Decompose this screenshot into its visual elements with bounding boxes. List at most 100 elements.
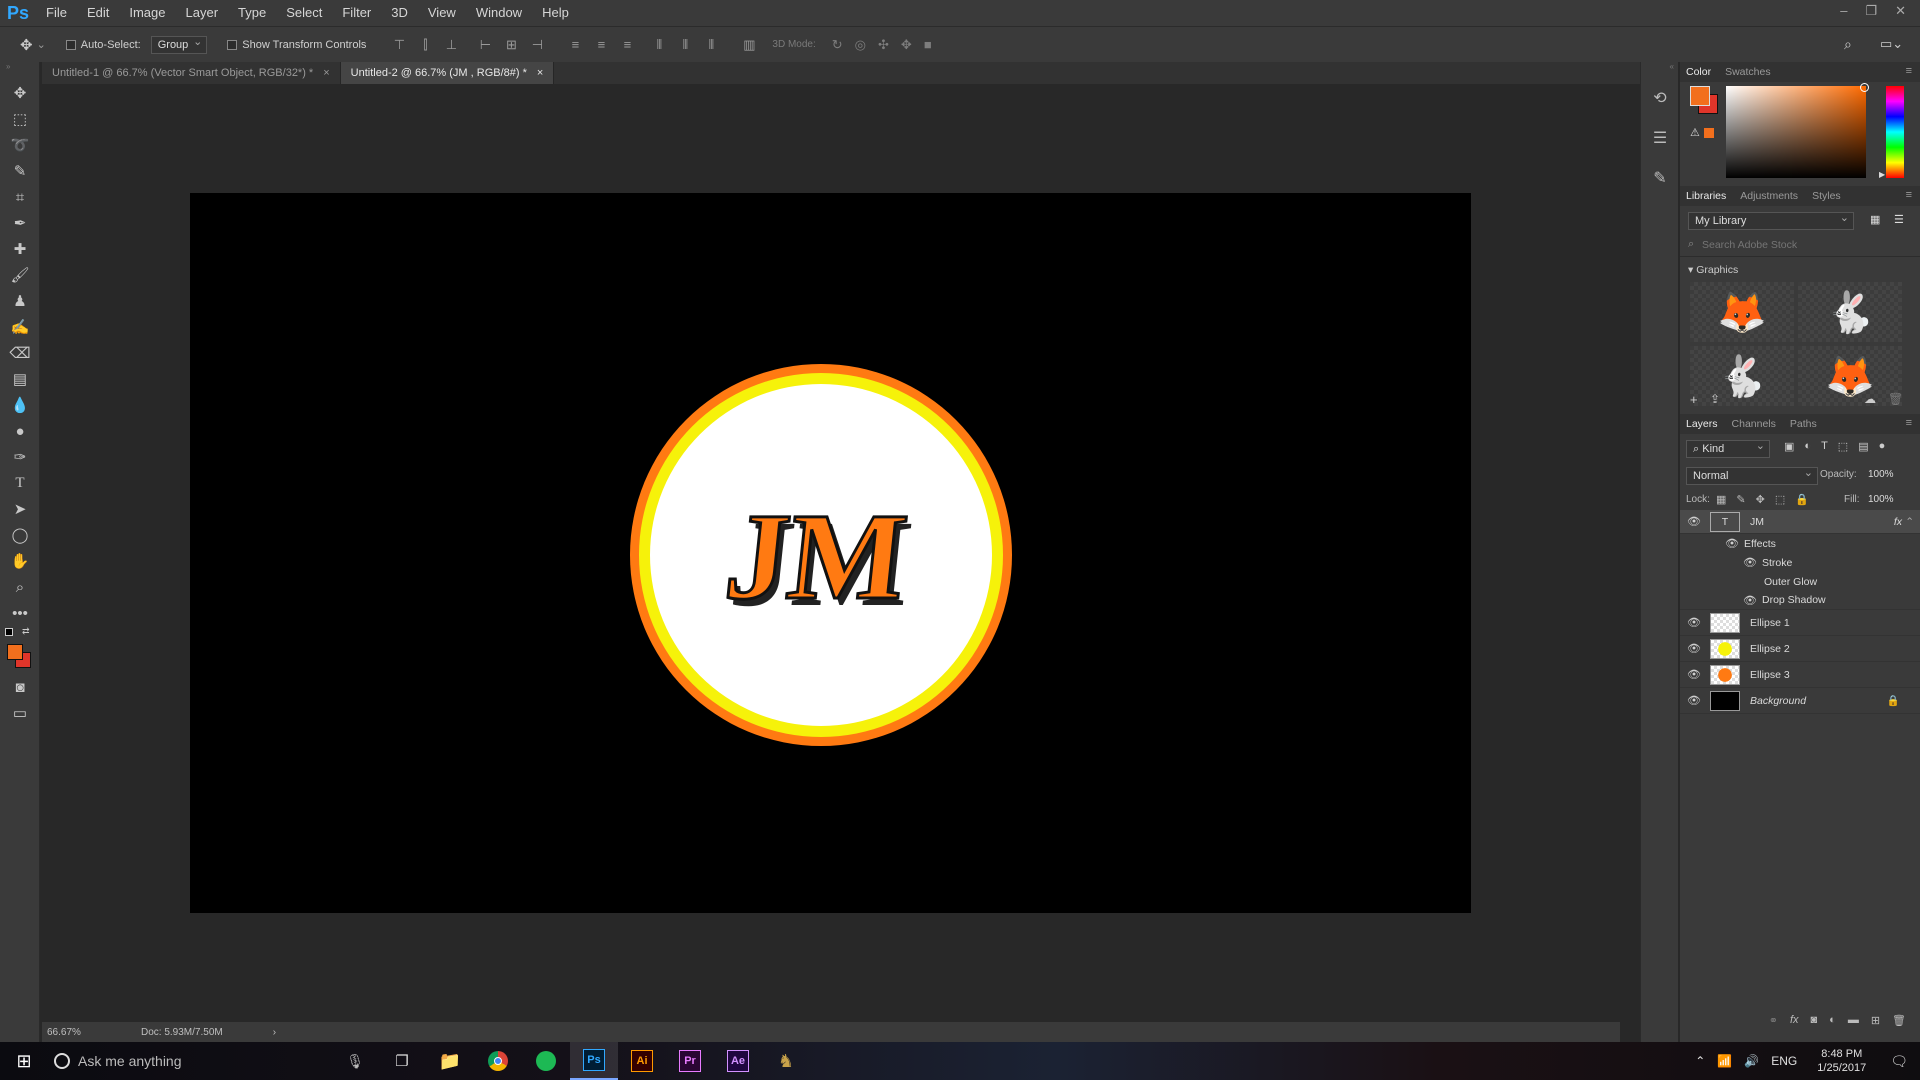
- color-panel-fg-swatch[interactable]: [1690, 86, 1710, 106]
- blur-tool-icon[interactable]: 💧: [0, 392, 40, 418]
- microphone-icon[interactable]: 🎙: [346, 1053, 364, 1070]
- tab-color[interactable]: Color: [1686, 62, 1711, 82]
- tab-channels[interactable]: Channels: [1732, 414, 1776, 434]
- adjustment-layer-icon[interactable]: ◐: [1829, 1014, 1836, 1034]
- taskbar-illustrator[interactable]: Ai: [618, 1042, 666, 1080]
- tab-libraries[interactable]: Libraries: [1686, 186, 1726, 206]
- close-icon[interactable]: ×: [537, 62, 543, 84]
- distribute-left-icon[interactable]: ⦀: [652, 37, 666, 52]
- menu-file[interactable]: File: [36, 0, 77, 26]
- marquee-tool-icon[interactable]: ⬚: [0, 106, 40, 132]
- status-menu-arrow[interactable]: ›: [273, 1027, 276, 1038]
- align-bottom-icon[interactable]: ⊥: [444, 37, 458, 52]
- spotify-icon[interactable]: [522, 1042, 570, 1080]
- gradient-tool-icon[interactable]: ▤: [0, 366, 40, 392]
- path-select-icon[interactable]: ➤: [0, 496, 40, 522]
- tab-untitled-1[interactable]: Untitled-1 @ 66.7% (Vector Smart Object,…: [42, 62, 341, 84]
- 3d-roll-icon[interactable]: ◎: [855, 37, 866, 53]
- align-hcenter-icon[interactable]: ⊞: [504, 37, 518, 52]
- list-view-icon[interactable]: ☰: [1894, 213, 1904, 226]
- lock-image-icon[interactable]: ✎: [1736, 493, 1745, 506]
- healing-brush-icon[interactable]: ✚: [0, 236, 40, 262]
- fill-value[interactable]: 100%: [1868, 494, 1894, 505]
- wifi-icon[interactable]: 📶: [1717, 1054, 1732, 1068]
- layer-mask-icon[interactable]: ◙: [1811, 1014, 1818, 1034]
- layer-name[interactable]: Ellipse 2: [1750, 643, 1790, 655]
- eyedropper-tool-icon[interactable]: ✒: [0, 210, 40, 236]
- volume-icon[interactable]: 🔊: [1744, 1054, 1759, 1068]
- workspace-icon[interactable]: ▭⌄: [1880, 36, 1903, 52]
- start-button[interactable]: ⊞: [0, 1042, 48, 1080]
- cortana-search[interactable]: Ask me anything 🎙: [48, 1042, 378, 1080]
- layer-name[interactable]: Background: [1750, 695, 1806, 707]
- close-icon[interactable]: ✕: [1895, 0, 1906, 22]
- visibility-eye-icon[interactable]: 👁: [1686, 616, 1702, 629]
- layer-name[interactable]: Ellipse 1: [1750, 617, 1790, 629]
- dock-collapse-icon[interactable]: «: [1641, 62, 1678, 78]
- blend-mode-dropdown[interactable]: Normal: [1686, 465, 1818, 485]
- show-hidden-icons[interactable]: ⌃: [1695, 1054, 1705, 1068]
- distribute-top-icon[interactable]: ≡: [568, 37, 582, 52]
- hue-slider[interactable]: [1886, 86, 1904, 178]
- brush-tool-icon[interactable]: 🖌: [0, 262, 40, 288]
- chrome-icon[interactable]: [474, 1042, 522, 1080]
- lock-position-icon[interactable]: ✥: [1756, 493, 1765, 506]
- auto-select-dropdown[interactable]: Group: [150, 34, 208, 54]
- action-center-icon[interactable]: 🗨: [1890, 1053, 1908, 1070]
- effect-row-stroke[interactable]: 👁 Stroke: [1680, 553, 1920, 572]
- 3d-pan-icon[interactable]: ✣: [878, 37, 889, 53]
- library-dropdown[interactable]: My Library: [1688, 210, 1854, 230]
- visibility-eye-icon[interactable]: 👁: [1724, 537, 1740, 550]
- effects-row[interactable]: 👁 Effects: [1680, 534, 1920, 553]
- graphic-rabbit-item[interactable]: 🐇: [1798, 282, 1902, 342]
- quick-select-tool-icon[interactable]: ✎: [0, 158, 40, 184]
- 3d-camera-icon[interactable]: ■: [924, 37, 932, 53]
- menu-filter[interactable]: Filter: [332, 0, 381, 26]
- history-brush-icon[interactable]: ✍: [0, 314, 40, 340]
- lock-all-icon[interactable]: 🔒: [1795, 493, 1809, 506]
- add-content-icon[interactable]: +: [1690, 392, 1698, 407]
- tab-adjustments[interactable]: Adjustments: [1740, 186, 1798, 206]
- brush-panel-icon[interactable]: ✎: [1641, 158, 1679, 198]
- opacity-value[interactable]: 100%: [1868, 469, 1894, 480]
- layer-name[interactable]: JM: [1750, 516, 1764, 528]
- graphic-fox-item[interactable]: 🦊: [1690, 282, 1794, 342]
- minimize-icon[interactable]: –: [1840, 0, 1847, 22]
- layer-filter-kind[interactable]: ⌕ Kind: [1686, 438, 1770, 458]
- dodge-tool-icon[interactable]: ●: [0, 418, 40, 444]
- menu-layer[interactable]: Layer: [176, 0, 229, 26]
- tab-styles[interactable]: Styles: [1812, 186, 1841, 206]
- ellipse-tool-icon[interactable]: ◯: [0, 522, 40, 548]
- effect-row-drop-shadow[interactable]: 👁 Drop Shadow: [1680, 591, 1920, 610]
- panel-menu-icon[interactable]: ≡: [1906, 417, 1912, 429]
- 3d-orbit-icon[interactable]: ↻: [832, 37, 843, 53]
- auto-align-icon[interactable]: ▥: [742, 37, 756, 52]
- gamut-color-swatch[interactable]: [1704, 128, 1714, 138]
- align-left-icon[interactable]: ⊢: [478, 37, 492, 52]
- distribute-hcenter-icon[interactable]: ⦀: [678, 37, 692, 52]
- hand-tool-icon[interactable]: ✋: [0, 548, 40, 574]
- move-tool-preset-icon[interactable]: ✥: [20, 36, 33, 54]
- type-tool-icon[interactable]: T: [0, 470, 40, 496]
- foreground-color-swatch[interactable]: [7, 644, 23, 660]
- menu-edit[interactable]: Edit: [77, 0, 119, 26]
- close-icon[interactable]: ×: [323, 62, 329, 84]
- crop-tool-icon[interactable]: ⌗: [0, 184, 40, 210]
- clone-stamp-icon[interactable]: ♟: [0, 288, 40, 314]
- move-tool-icon[interactable]: ✥: [0, 80, 40, 106]
- align-right-icon[interactable]: ⊣: [530, 37, 544, 52]
- menu-image[interactable]: Image: [119, 0, 175, 26]
- show-transform-checkbox[interactable]: Show Transform Controls: [227, 39, 366, 51]
- visibility-eye-icon[interactable]: 👁: [1686, 642, 1702, 655]
- toolbox-collapse-icon[interactable]: »: [0, 62, 39, 80]
- zoom-tool-icon[interactable]: ⌕: [0, 574, 40, 600]
- language-indicator[interactable]: ENG: [1771, 1054, 1797, 1068]
- cc-sync-icon[interactable]: ☁: [1864, 392, 1876, 406]
- layer-row-jm[interactable]: 👁 T JM fx ⌃: [1680, 510, 1920, 534]
- lock-artboard-icon[interactable]: ⬚: [1775, 493, 1785, 506]
- quick-mask-icon[interactable]: ◙: [0, 674, 40, 700]
- filter-pixel-icon[interactable]: ▣: [1784, 440, 1794, 453]
- panel-menu-icon[interactable]: ≡: [1906, 189, 1912, 201]
- menu-select[interactable]: Select: [276, 0, 332, 26]
- swap-colors-icon[interactable]: ⇄: [22, 626, 30, 637]
